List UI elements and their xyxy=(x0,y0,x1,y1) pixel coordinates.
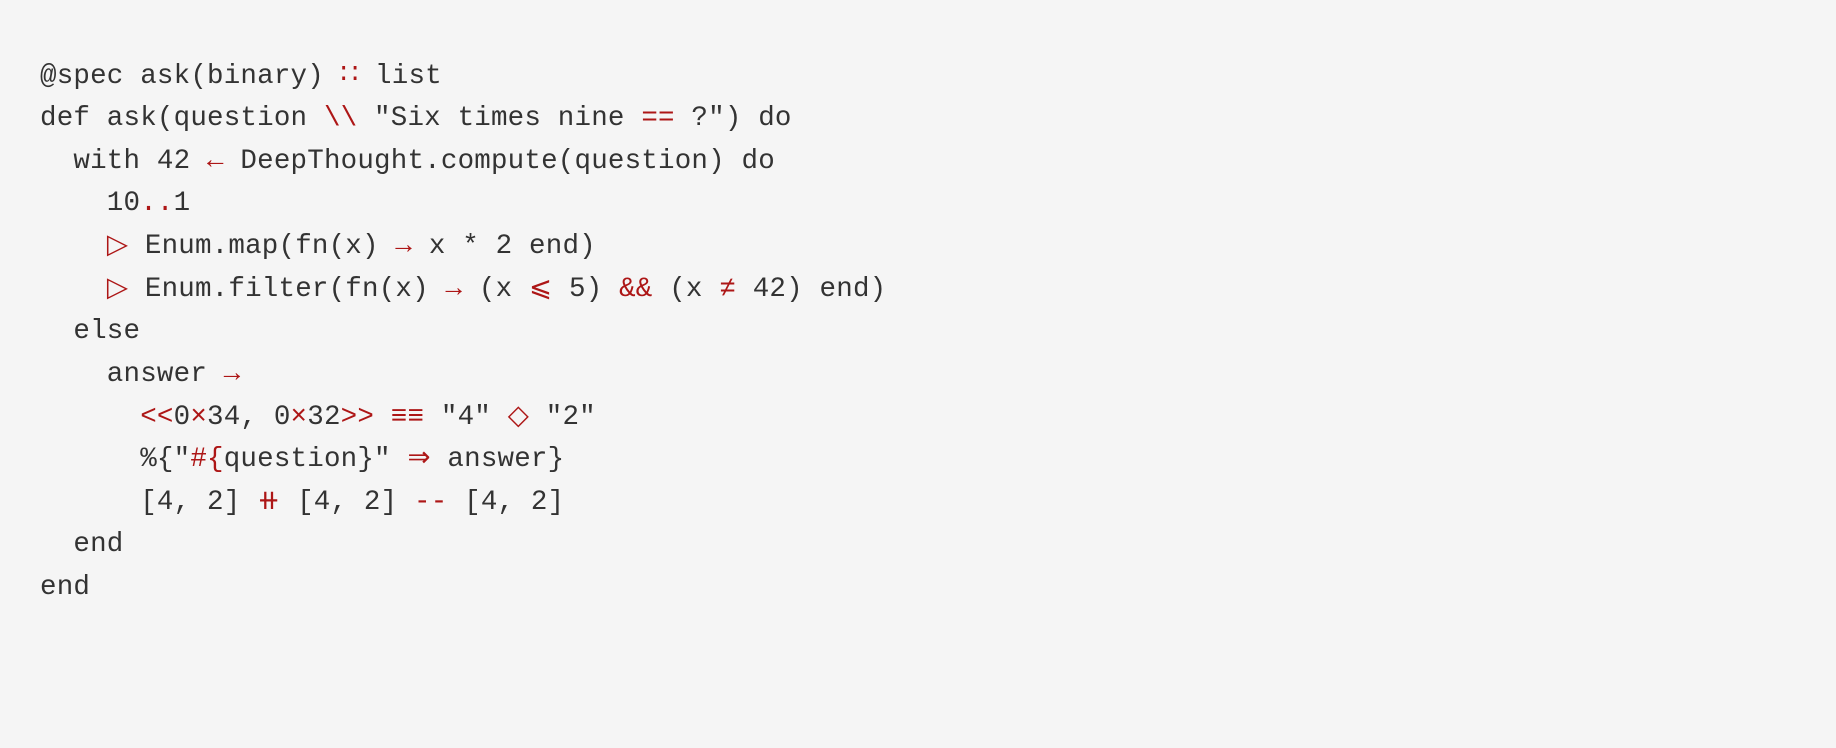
operator-token: ← xyxy=(207,146,224,177)
operator-token: ≡≡ xyxy=(391,402,424,433)
code-line: end xyxy=(40,567,1796,610)
code-token xyxy=(374,402,391,433)
operator-token: -- xyxy=(414,487,447,518)
code-token: (x xyxy=(653,274,720,305)
code-token: question}" xyxy=(224,444,408,475)
code-token: end xyxy=(40,572,90,603)
code-line: @spec ask(binary) ∷ list xyxy=(40,56,1796,99)
operator-token: → xyxy=(395,231,412,262)
operator-token: ≠ xyxy=(719,274,736,305)
operator-token: ▷ xyxy=(107,274,128,305)
code-line: def ask(question \\ "Six times nine == ?… xyxy=(40,98,1796,141)
code-line: 10..1 xyxy=(40,183,1796,226)
code-line: %{"#{question}" ⇒ answer} xyxy=(40,439,1796,482)
code-token: 1 xyxy=(174,188,191,219)
code-token: "2" xyxy=(529,402,596,433)
code-token xyxy=(40,231,107,262)
code-line: end xyxy=(40,524,1796,567)
code-token: [4, 2] xyxy=(40,487,257,518)
code-line: with 42 ← DeepThought.compute(question) … xyxy=(40,141,1796,184)
code-line: else xyxy=(40,311,1796,354)
code-token: (x xyxy=(462,274,529,305)
code-token: with 42 xyxy=(40,146,207,177)
code-token: list xyxy=(358,61,442,92)
operator-token: × xyxy=(291,402,308,433)
code-token: 32 xyxy=(307,402,340,433)
code-token: ?") do xyxy=(675,103,792,134)
code-token xyxy=(40,274,107,305)
code-token: 34, 0 xyxy=(207,402,291,433)
code-token: DeepThought.compute(question) do xyxy=(224,146,775,177)
operator-token: ◇ xyxy=(508,402,529,433)
code-token: def ask(question xyxy=(40,103,324,134)
operator-token: #{ xyxy=(190,444,223,475)
operator-token: >> xyxy=(341,402,374,433)
code-token: else xyxy=(40,316,140,347)
code-token: x * 2 end) xyxy=(412,231,596,262)
code-token: 5) xyxy=(552,274,619,305)
operator-token: → xyxy=(446,274,463,305)
operator-token: == xyxy=(641,103,674,134)
code-line: [4, 2] ⧺ [4, 2] -- [4, 2] xyxy=(40,482,1796,525)
code-token: answer} xyxy=(431,444,565,475)
operator-token: ▷ xyxy=(107,231,128,262)
code-token: [4, 2] xyxy=(280,487,414,518)
code-token: [4, 2] xyxy=(447,487,564,518)
operator-token: << xyxy=(140,402,173,433)
code-token: Enum.filter(fn(x) xyxy=(128,274,445,305)
operator-token: × xyxy=(190,402,207,433)
code-token: answer xyxy=(40,359,224,390)
code-block: @spec ask(binary) ∷ listdef ask(question… xyxy=(0,28,1836,638)
operator-token: ⧺ xyxy=(257,487,280,518)
operator-token: → xyxy=(224,359,241,390)
code-token: end xyxy=(40,529,124,560)
operator-token: \\ xyxy=(324,103,357,134)
code-token: "Six times nine xyxy=(357,103,641,134)
operator-token: ⇒ xyxy=(407,444,430,475)
code-content: @spec ask(binary) ∷ listdef ask(question… xyxy=(40,56,1796,610)
code-token xyxy=(40,402,140,433)
code-line: ▷ Enum.filter(fn(x) → (x ⩽ 5) && (x ≠ 42… xyxy=(40,269,1796,312)
code-token: @spec ask(binary) xyxy=(40,61,341,92)
code-token: 42) end) xyxy=(736,274,886,305)
operator-token: ∷ xyxy=(341,61,359,92)
operator-token: && xyxy=(619,274,652,305)
code-token: %{" xyxy=(40,444,190,475)
code-line: ▷ Enum.map(fn(x) → x * 2 end) xyxy=(40,226,1796,269)
code-token: Enum.map(fn(x) xyxy=(128,231,395,262)
code-token: 0 xyxy=(174,402,191,433)
code-line: <<0×34, 0×32>> ≡≡ "4" ◇ "2" xyxy=(40,397,1796,440)
code-token: "4" xyxy=(424,402,508,433)
code-line: answer → xyxy=(40,354,1796,397)
code-token: 10 xyxy=(40,188,140,219)
operator-token: ⩽ xyxy=(529,274,552,305)
operator-token: .. xyxy=(140,188,173,219)
